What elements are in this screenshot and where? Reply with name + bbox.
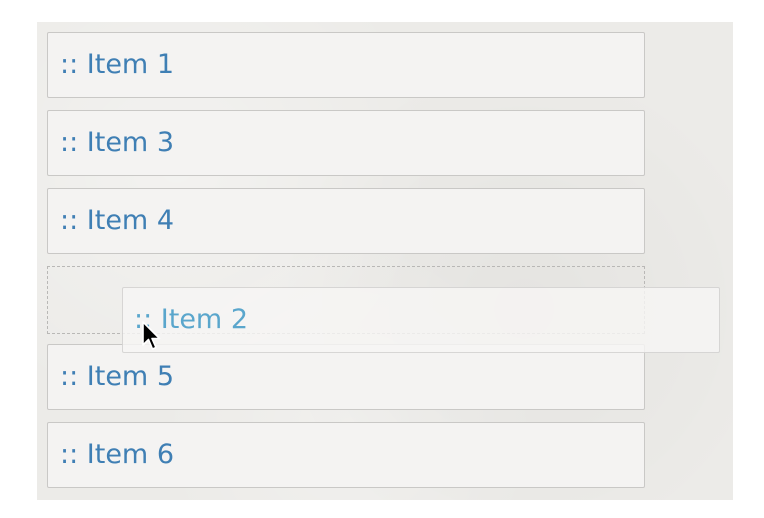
sortable-item-5[interactable]: :: Item 5	[47, 344, 645, 410]
dragging-item-2[interactable]: :: Item 2	[122, 287, 720, 353]
arrow-cursor-icon	[142, 321, 161, 350]
sortable-item-1[interactable]: :: Item 1	[47, 32, 645, 98]
sortable-item-4[interactable]: :: Item 4	[47, 188, 645, 254]
sortable-item-6[interactable]: :: Item 6	[47, 422, 645, 488]
sortable-item-3[interactable]: :: Item 3	[47, 110, 645, 176]
